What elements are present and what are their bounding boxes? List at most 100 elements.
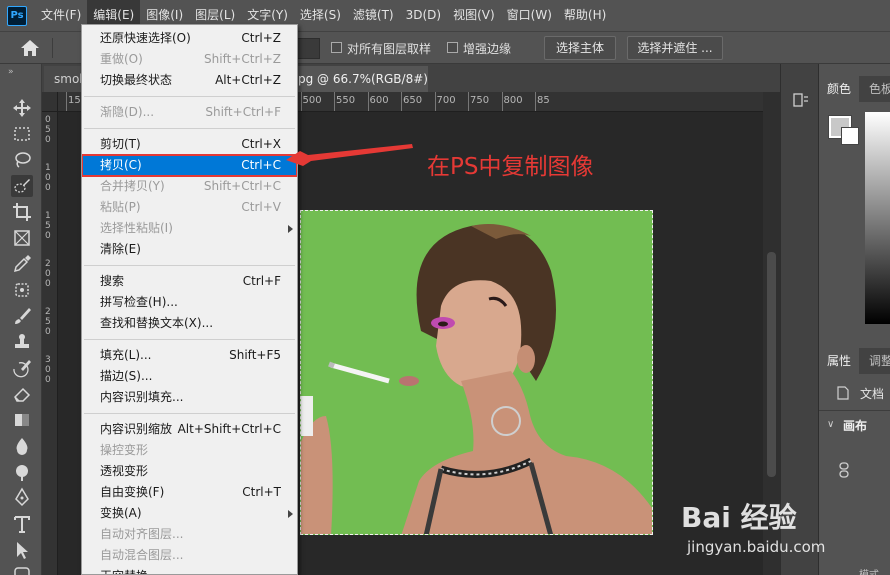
- photoshop-logo-icon[interactable]: Ps: [7, 5, 27, 26]
- menu-item-shortcut: Shift+F5: [229, 348, 281, 362]
- menu-item[interactable]: 透视变形: [82, 461, 297, 482]
- sample-all-layers-label: 对所有图层取样: [347, 42, 432, 56]
- move-tool-icon[interactable]: [11, 97, 33, 119]
- menu-help[interactable]: 帮助(H): [558, 0, 612, 31]
- menu-item[interactable]: 自由变换(F) Ctrl+T: [82, 482, 297, 503]
- menu-item[interactable]: 切换最终状态 Alt+Ctrl+Z: [82, 70, 297, 91]
- panel-divider: [819, 410, 890, 411]
- shape-tool-icon[interactable]: [11, 564, 33, 575]
- blur-tool-icon[interactable]: [11, 435, 33, 457]
- type-tool-icon[interactable]: [11, 513, 33, 535]
- menu-separator: [84, 413, 295, 414]
- background-color-swatch[interactable]: [841, 127, 859, 145]
- history-brush-tool-icon[interactable]: [11, 357, 33, 379]
- menu-item-label: 切换最终状态: [100, 73, 173, 87]
- enhance-edge-checkbox[interactable]: [447, 42, 458, 53]
- tab-adjustments[interactable]: 调整: [861, 348, 890, 374]
- ruler-tick: [300, 92, 302, 111]
- menu-item-shortcut: Shift+Ctrl+F: [205, 105, 281, 119]
- crop-tool-icon[interactable]: [11, 201, 33, 223]
- tab-color[interactable]: 颜色: [819, 76, 860, 102]
- menu-item[interactable]: 天空替换...: [82, 566, 297, 574]
- menu-item[interactable]: 搜索 Ctrl+F: [82, 271, 297, 292]
- ruler-tick-label: 0: [45, 375, 51, 385]
- menu-item[interactable]: 重做(O) Shift+Ctrl+Z: [82, 49, 297, 70]
- menu-item[interactable]: 还原快速选择(O) Ctrl+Z: [82, 28, 297, 49]
- menu-item-shortcut: Ctrl+F: [242, 274, 281, 288]
- menu-separator: [84, 339, 295, 340]
- eraser-tool-icon[interactable]: [11, 383, 33, 405]
- menu-filter[interactable]: 滤镜(T): [347, 0, 400, 31]
- menu-select[interactable]: 选择(S): [294, 0, 347, 31]
- menu-item-label: 自动混合图层...: [100, 548, 184, 562]
- ruler-tick: [501, 92, 503, 111]
- frame-tool-icon[interactable]: [11, 227, 33, 249]
- quick-selection-tool-icon[interactable]: [11, 175, 33, 197]
- healing-brush-tool-icon[interactable]: [11, 279, 33, 301]
- menu-item[interactable]: 渐隐(D)... Shift+Ctrl+F: [82, 102, 297, 123]
- menu-item-copy[interactable]: 拷贝(C) Ctrl+C: [82, 154, 297, 177]
- menu-window[interactable]: 窗口(W): [501, 0, 558, 31]
- ruler-tick-label: 1: [45, 211, 51, 221]
- menu-item-label: 描边(S)...: [100, 369, 153, 383]
- menu-item[interactable]: 查找和替换文本(X)...: [82, 313, 297, 334]
- ruler-tick-label: 550: [336, 95, 356, 106]
- history-panel-icon[interactable]: [793, 92, 809, 111]
- tab-properties[interactable]: 属性: [819, 348, 860, 374]
- collapse-toolbar-icon[interactable]: »: [8, 67, 14, 77]
- document-photo[interactable]: [300, 210, 653, 535]
- menu-item-label: 合并拷贝(Y): [100, 179, 165, 193]
- menu-item[interactable]: 自动对齐图层...: [82, 524, 297, 545]
- menu-item[interactable]: 操控变形: [82, 440, 297, 461]
- color-picker-field[interactable]: [865, 112, 890, 324]
- menu-item[interactable]: 内容识别填充...: [82, 387, 297, 408]
- ruler-tick-label: 2: [45, 259, 51, 269]
- watermark-logo: Bai 经验: [681, 501, 797, 534]
- document-tab-active[interactable]: pg @ 66.7%(RGB/8#)×: [288, 66, 428, 92]
- menu-item[interactable]: 自动混合图层...: [82, 545, 297, 566]
- sample-all-layers-checkbox[interactable]: [331, 42, 342, 53]
- menu-item[interactable]: 粘贴(P) Ctrl+V: [82, 197, 297, 218]
- ruler-corner: [42, 92, 58, 112]
- menu-item[interactable]: 变换(A): [82, 503, 297, 524]
- submenu-arrow-icon: [288, 225, 293, 233]
- scrollbar-thumb[interactable]: [767, 252, 776, 477]
- menu-item[interactable]: 剪切(T) Ctrl+X: [82, 134, 297, 155]
- ruler-tick-label: 700: [436, 95, 456, 106]
- ruler-tick-label: 0: [45, 327, 51, 337]
- menu-item-shortcut: Ctrl+C: [241, 158, 281, 172]
- gradient-tool-icon[interactable]: [11, 409, 33, 431]
- select-subject-button[interactable]: 选择主体: [544, 36, 616, 60]
- select-and-mask-button[interactable]: 选择并遮住 ...: [627, 36, 723, 60]
- menu-item[interactable]: 内容识别缩放 Alt+Shift+Ctrl+C: [82, 419, 297, 440]
- menu-item[interactable]: 合并拷贝(Y) Shift+Ctrl+C: [82, 176, 297, 197]
- ruler-tick-label: 0: [45, 279, 51, 289]
- menu-item[interactable]: 描边(S)...: [82, 366, 297, 387]
- menu-item[interactable]: 选择性粘贴(I): [82, 218, 297, 239]
- document-tab-title: pg @ 66.7%(RGB/8#): [298, 72, 428, 86]
- clone-stamp-tool-icon[interactable]: [11, 331, 33, 353]
- ruler-tick-label: 5: [45, 317, 51, 327]
- menu-item-label: 内容识别填充...: [100, 390, 184, 404]
- menu-view[interactable]: 视图(V): [447, 0, 501, 31]
- menu-item[interactable]: 填充(L)... Shift+F5: [82, 345, 297, 366]
- chevron-down-icon[interactable]: ∨: [827, 419, 834, 430]
- eyedropper-tool-icon[interactable]: [11, 253, 33, 275]
- menu-file[interactable]: 文件(F): [35, 0, 87, 31]
- document-tab-smoke[interactable]: smok: [44, 66, 82, 92]
- document-label: 文档: [860, 387, 885, 401]
- path-selection-tool-icon[interactable]: [11, 539, 33, 561]
- ruler-tick-label: 800: [503, 95, 523, 106]
- menu-item[interactable]: 拼写检查(H)...: [82, 292, 297, 313]
- pen-tool-icon[interactable]: [11, 487, 33, 509]
- menu-3d[interactable]: 3D(D): [400, 0, 447, 31]
- link-icon[interactable]: [839, 462, 849, 481]
- brush-size-field[interactable]: [296, 38, 320, 59]
- brush-tool-icon[interactable]: [11, 305, 33, 327]
- menu-item[interactable]: 清除(E): [82, 239, 297, 260]
- marquee-tool-icon[interactable]: [11, 123, 33, 145]
- tab-swatches[interactable]: 色板: [861, 76, 890, 102]
- dodge-tool-icon[interactable]: [11, 461, 33, 483]
- lasso-tool-icon[interactable]: [11, 149, 33, 171]
- home-icon[interactable]: [20, 39, 40, 57]
